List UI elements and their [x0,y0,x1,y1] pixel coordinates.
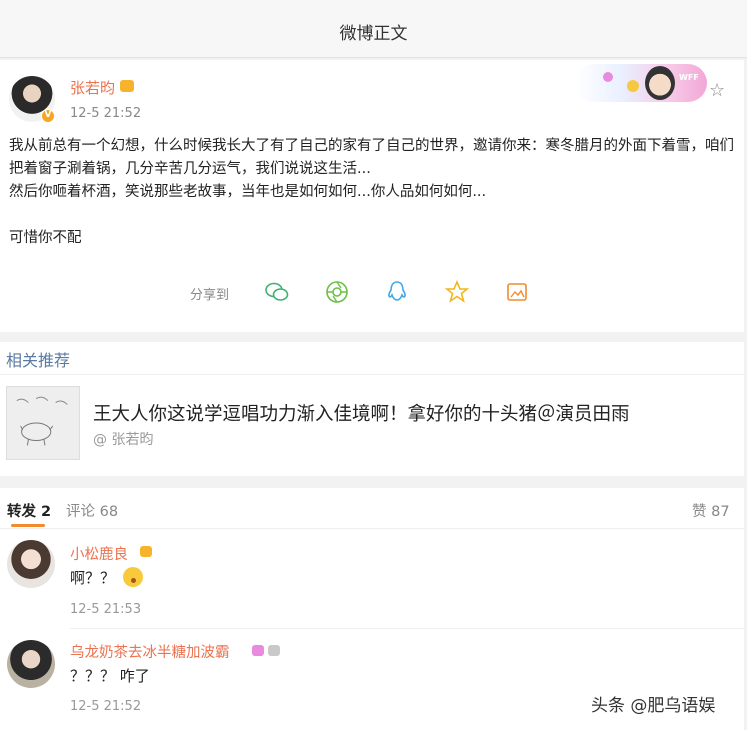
post-line: 可惜你不配 [9,230,82,246]
banner-tag: WFF [679,73,699,82]
favorite-star-icon[interactable]: ☆ [709,80,725,101]
commenter-avatar[interactable] [7,640,55,688]
member-crown-icon [120,80,134,92]
comment-time: 12-5 21:53 [70,602,142,617]
divider [0,374,744,375]
page-title: 微博正文 [339,24,408,44]
divider [70,628,744,629]
surprised-emoji-icon [123,567,144,587]
vip-badge-icon [252,645,264,656]
decor-banner: WFF [575,64,707,102]
tab-comment[interactable]: 评论 68 [66,500,118,521]
commenter-name[interactable]: 小松鹿良 [70,543,128,564]
commenter-name[interactable]: 乌龙奶茶去冰半糖加波霸 [70,641,230,662]
related-source[interactable]: @ 张若昀 [93,429,153,449]
post-line: 我从前总有一个幻想，什么时候我长大了有了自己的家有了自己的世界，邀请你来：寒冬腊… [9,138,734,177]
related-section: 相关推荐 王大人你这说学逗唱功力渐入佳境啊！拿好你的十头猪＠演员田雨 @ 张若昀 [0,342,744,476]
comment-text: 啊？？ [70,569,116,587]
verified-icon: V [41,109,55,123]
moments-icon[interactable] [324,279,350,305]
related-headline[interactable]: 王大人你这说学逗唱功力渐入佳境啊！拿好你的十头猪＠演员田雨 [93,400,630,426]
portrait-icon [645,66,675,100]
related-title: 相关推荐 [6,351,71,370]
comment-time: 12-5 21:52 [70,699,142,714]
wechat-icon[interactable] [264,279,290,305]
chick-icon [627,80,639,92]
active-tab-indicator [11,524,45,527]
member-crown-icon [140,546,152,557]
tab-like[interactable]: 赞 87 [692,500,730,521]
author-name[interactable]: 张若昀 [70,77,115,98]
rank-badge-icon [268,645,280,656]
divider [0,528,744,529]
post-time: 12-5 21:52 [70,106,142,121]
tab-repost[interactable]: 转发 2 [7,500,51,521]
share-label: 分享到 [190,288,230,303]
watermark: 头条 @肥乌语娱 [591,696,716,716]
post-body: 我从前总有一个幻想，什么时候我长大了有了自己的家有了自己的世界，邀请你来：寒冬腊… [9,135,734,250]
comment-text: ？？？ 咋了 [70,667,150,685]
related-thumbnail[interactable] [6,386,80,460]
post-line: 然后你咂着杯酒，笑说那些老故事，当年也是如何如何...你人品如何如何... [9,184,487,200]
save-image-icon[interactable] [504,279,530,305]
balloon-icon [603,72,613,82]
qzone-icon[interactable] [444,279,470,305]
post-line [9,204,734,227]
qq-icon[interactable] [384,279,410,305]
commenter-avatar[interactable] [7,540,55,588]
weibo-post: V 张若昀 12-5 21:52 WFF ☆ 我从前总有一个幻想，什么时候我长大… [0,60,744,332]
top-bar: 微博正文 [0,0,747,58]
